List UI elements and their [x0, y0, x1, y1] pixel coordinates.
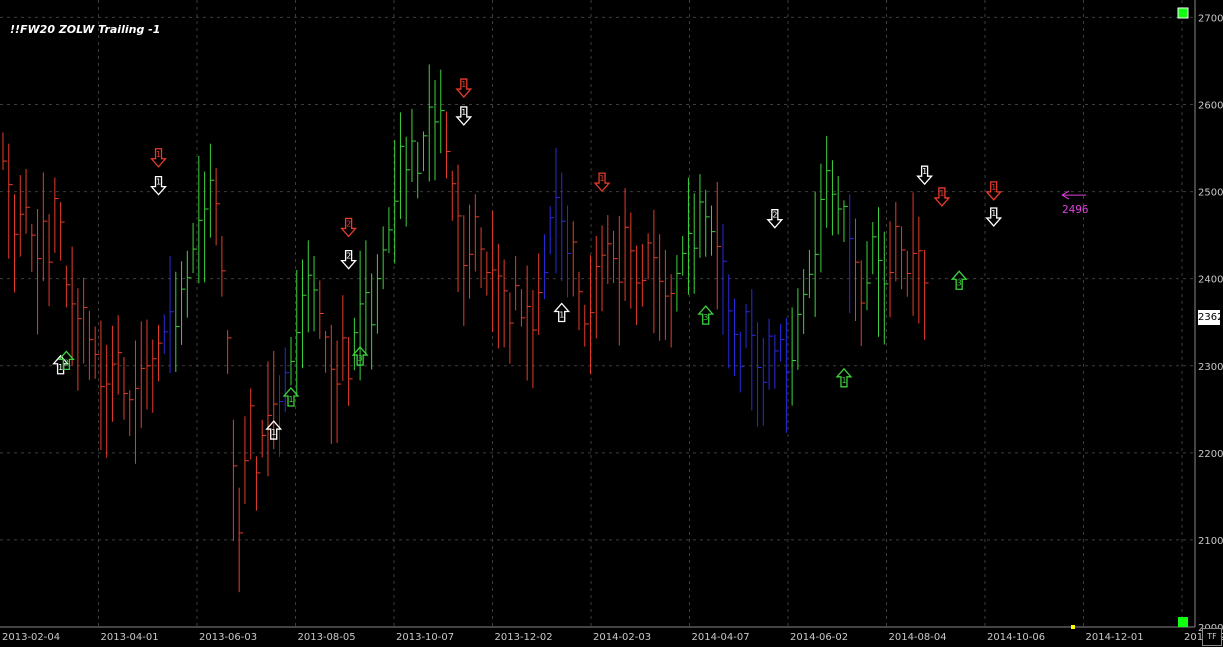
last-price-badge: 2362 [1198, 310, 1223, 325]
y-tick-label: 2300 [1198, 362, 1223, 373]
signal-label: 2 [346, 219, 351, 228]
y-tick-label: 2500 [1198, 188, 1223, 199]
x-tick-label: 2013-04-01 [101, 632, 159, 643]
signal-label: 3 [358, 354, 363, 363]
chart-title: !!FW20 ZOLW Trailing -1 [10, 23, 161, 36]
signal-label: 3 [703, 313, 708, 322]
signal-label: 2 [772, 211, 777, 220]
target-value-label: 2496 [1062, 203, 1089, 216]
x-tick-label: 2014-02-03 [593, 632, 651, 643]
signal-label: 1 [289, 395, 294, 404]
y-tick-label: 2400 [1198, 275, 1223, 286]
signal-label: 2 [346, 252, 351, 261]
x-tick-label: 2013-10-07 [396, 632, 454, 643]
y-tick-label: 2600 [1198, 101, 1223, 112]
price-chart[interactable]: 121111223111132111311 200021002200230024… [0, 0, 1223, 647]
x-tick-label: 2013-02-04 [2, 632, 60, 643]
timeframe-button[interactable]: TF [1202, 628, 1222, 646]
x-tick-label: 2013-12-02 [495, 632, 553, 643]
signal-label: 1 [841, 376, 846, 385]
top-scroll-handle[interactable] [1177, 7, 1189, 19]
signal-label: 1 [156, 178, 161, 187]
signal-label: 2 [64, 358, 69, 367]
signal-label: 1 [156, 150, 161, 159]
signal-label: 1 [461, 108, 466, 117]
x-tick-label: 2013-08-05 [298, 632, 356, 643]
x-tick-label: 2013-06-03 [199, 632, 257, 643]
signal-label: 1 [271, 428, 276, 437]
x-tick-label: 2014-10-06 [987, 632, 1045, 643]
signal-label: 1 [991, 209, 996, 218]
x-tick-label: 2014-08-04 [889, 632, 947, 643]
signal-label: 1 [939, 189, 944, 198]
x-tick-label: 2014-12-01 [1086, 632, 1144, 643]
signal-label: 1 [991, 183, 996, 192]
x-tick-label: 2014-04-07 [692, 632, 750, 643]
y-tick-label: 2200 [1198, 449, 1223, 460]
signal-label: 1 [461, 80, 466, 89]
end-marker [1071, 625, 1075, 629]
signal-label: 3 [957, 278, 962, 287]
signal-label: 1 [922, 167, 927, 176]
signal-label: 1 [559, 311, 564, 320]
y-tick-label: 2700 [1198, 13, 1223, 24]
signal-label: 1 [58, 363, 63, 372]
bottom-scroll-handle[interactable] [1178, 617, 1188, 627]
y-tick-label: 2100 [1198, 536, 1223, 547]
signal-label: 1 [600, 174, 605, 183]
x-tick-label: 2014-06-02 [790, 632, 848, 643]
